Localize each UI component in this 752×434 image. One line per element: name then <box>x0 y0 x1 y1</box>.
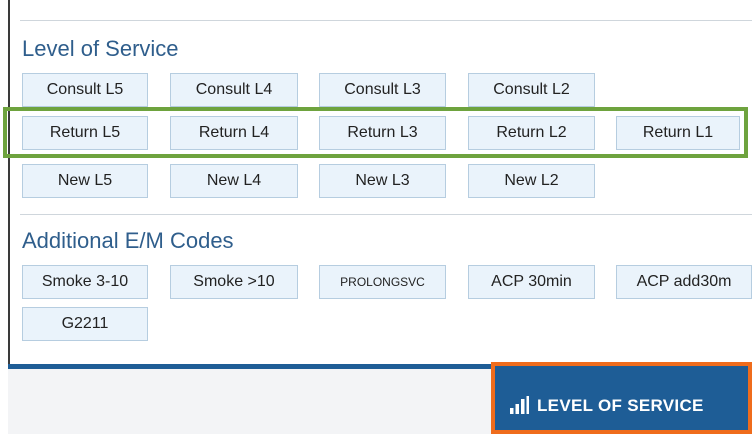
return-l5-button[interactable]: Return L5 <box>22 116 148 150</box>
bar-chart-icon <box>510 396 529 414</box>
return-l2-button[interactable]: Return L2 <box>468 116 595 150</box>
prolongsvc-button[interactable]: PROLONGSVC <box>319 265 446 299</box>
panel-left-border <box>8 0 10 370</box>
smoke-3-10-button[interactable]: Smoke 3-10 <box>22 265 148 299</box>
acp-add30m-button[interactable]: ACP add30m <box>616 265 752 299</box>
new-l4-button[interactable]: New L4 <box>170 164 298 198</box>
section-divider <box>20 214 752 215</box>
return-l1-button[interactable]: Return L1 <box>616 116 740 150</box>
level-of-service-title: Level of Service <box>22 36 179 61</box>
consult-l4-button[interactable]: Consult L4 <box>170 73 298 107</box>
additional-codes-title: Additional E/M Codes <box>22 228 234 253</box>
g2211-button[interactable]: G2211 <box>22 307 148 341</box>
return-l3-button[interactable]: Return L3 <box>319 116 446 150</box>
new-l2-button[interactable]: New L2 <box>468 164 595 198</box>
level-of-service-button[interactable]: LEVEL OF SERVICE <box>491 362 752 434</box>
consult-l2-button[interactable]: Consult L2 <box>468 73 595 107</box>
consult-l3-button[interactable]: Consult L3 <box>319 73 446 107</box>
top-divider <box>20 20 752 21</box>
return-l4-button[interactable]: Return L4 <box>170 116 298 150</box>
new-l5-button[interactable]: New L5 <box>22 164 148 198</box>
new-l3-button[interactable]: New L3 <box>319 164 446 198</box>
level-of-service-panel: Level of Service Consult L5 Consult L4 C… <box>0 0 752 434</box>
consult-l5-button[interactable]: Consult L5 <box>22 73 148 107</box>
acp-30min-button[interactable]: ACP 30min <box>468 265 595 299</box>
level-of-service-button-label: LEVEL OF SERVICE <box>537 396 704 415</box>
smoke-over-10-button[interactable]: Smoke >10 <box>170 265 298 299</box>
